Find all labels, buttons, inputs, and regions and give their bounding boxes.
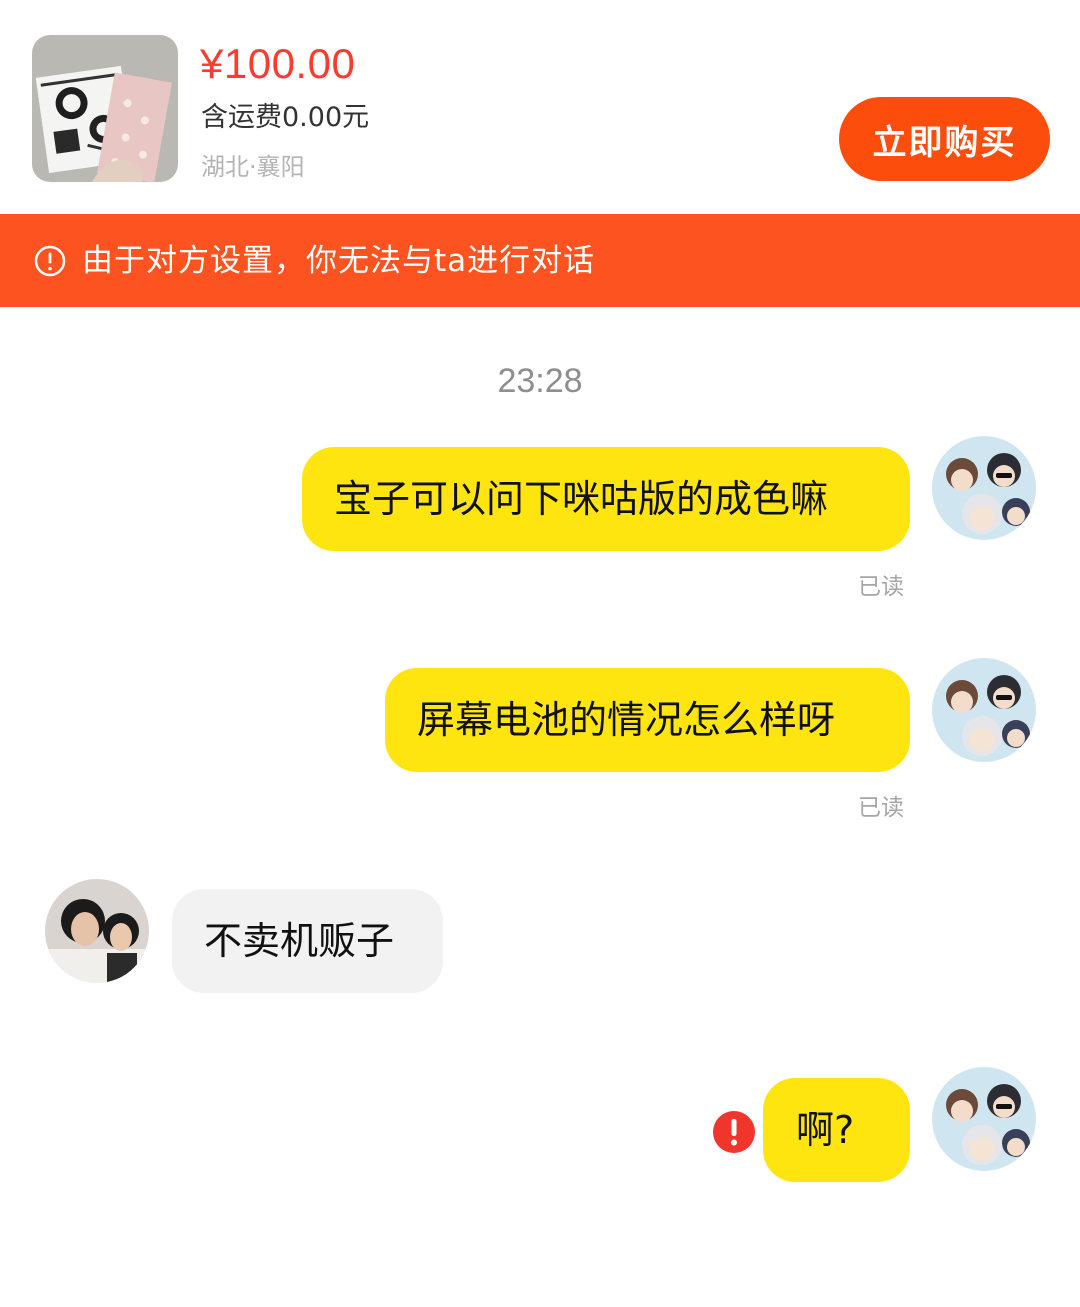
my-avatar[interactable] [932, 1067, 1036, 1171]
product-price: ¥100.00 [200, 40, 356, 87]
my-avatar[interactable] [932, 658, 1036, 762]
message-timestamp: 23:28 [497, 362, 583, 400]
message-text: 宝子可以问下咪咕版的成色嘛 [334, 477, 829, 521]
message-text: 啊? [796, 1108, 855, 1152]
my-avatar[interactable] [932, 436, 1036, 540]
buy-now-button[interactable]: 立即购买 [839, 97, 1050, 181]
my-message-bubble[interactable]: 啊? [763, 1078, 910, 1182]
seller-location: 湖北·襄阳 [201, 153, 305, 181]
shipping-fee: 含运费0.00元 [201, 102, 370, 133]
message-text: 不卖机贩子 [204, 919, 395, 963]
product-header: ¥100.00 含运费0.00元 湖北·襄阳 立即购买 [0, 0, 1080, 214]
seller-avatar[interactable] [45, 879, 149, 983]
chat-restricted-banner: 由于对方设置，你无法与ta进行对话 [0, 214, 1080, 307]
read-receipt: 已读 [858, 795, 904, 821]
their-message-bubble[interactable]: 不卖机贩子 [172, 889, 443, 993]
read-receipt: 已读 [858, 574, 904, 600]
banner-text: 由于对方设置，你无法与ta进行对话 [82, 243, 596, 279]
my-message-bubble[interactable]: 宝子可以问下咪咕版的成色嘛 [302, 447, 910, 551]
info-circle-icon [34, 245, 66, 277]
product-thumbnail[interactable] [32, 35, 178, 182]
my-message-bubble[interactable]: 屏幕电池的情况怎么样呀 [385, 668, 910, 772]
message-text: 屏幕电池的情况怎么样呀 [417, 698, 836, 742]
send-failed-icon[interactable] [713, 1111, 755, 1153]
